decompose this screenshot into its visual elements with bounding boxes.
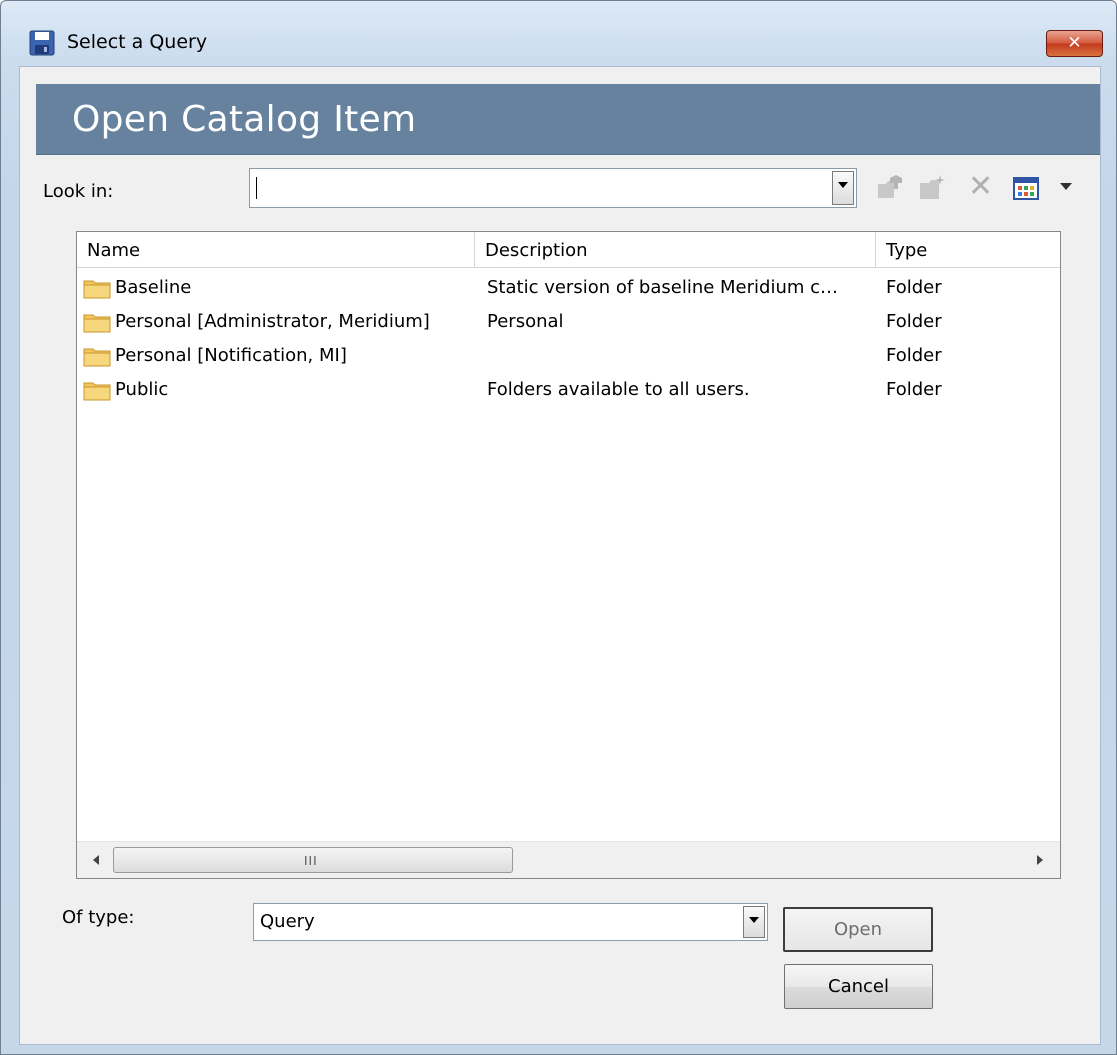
scroll-left-icon[interactable]	[87, 850, 107, 870]
view-menu-icon[interactable]	[1012, 176, 1040, 202]
new-folder-icon[interactable]	[918, 174, 946, 200]
look-in-label: Look in:	[43, 181, 114, 202]
dialog-heading: Open Catalog Item	[72, 99, 417, 140]
column-header-description[interactable]: Description	[475, 232, 876, 267]
text-caret	[256, 177, 257, 199]
of-type-dropdown-button[interactable]	[743, 906, 765, 938]
up-folder-icon[interactable]	[876, 174, 904, 200]
list-row[interactable]: Public Folders available to all users. F…	[77, 373, 1060, 407]
title-bar[interactable]: Select a Query ✕	[1, 1, 1116, 65]
delete-icon[interactable]: ✕	[968, 169, 993, 204]
save-disk-icon	[29, 30, 55, 56]
row-type: Folder	[886, 379, 942, 400]
folder-icon	[83, 314, 111, 333]
row-type: Folder	[886, 277, 942, 298]
list-row[interactable]: Personal [Administrator, Meridium] Perso…	[77, 305, 1060, 339]
list-row[interactable]: Personal [Notification, MI] Folder	[77, 339, 1060, 373]
header-banner: Open Catalog Item	[36, 84, 1100, 155]
of-type-value: Query	[260, 911, 315, 932]
row-name: Personal [Notification, MI]	[115, 345, 347, 366]
folder-icon	[83, 348, 111, 367]
dialog-client-area: Open Catalog Item Look in: ✕ Name Descri…	[19, 66, 1101, 1045]
catalog-list-view[interactable]: Name Description Type Baseline Static ve…	[76, 231, 1061, 879]
of-type-combobox[interactable]: Query	[253, 903, 768, 941]
look-in-combobox[interactable]	[249, 168, 857, 208]
cancel-button[interactable]: Cancel	[784, 964, 933, 1009]
list-header: Name Description Type	[77, 232, 1060, 268]
column-type-label: Type	[886, 240, 928, 261]
column-name-label: Name	[87, 240, 141, 261]
scrollbar-thumb[interactable]: III	[113, 847, 513, 873]
row-name: Baseline	[115, 277, 192, 298]
column-description-label: Description	[485, 240, 588, 261]
scroll-right-icon[interactable]	[1029, 850, 1049, 870]
dropdown-arrow-icon[interactable]	[1060, 183, 1072, 191]
window-title: Select a Query	[67, 31, 208, 53]
close-button[interactable]: ✕	[1046, 30, 1103, 57]
folder-icon	[83, 382, 111, 401]
scrollbar-grip: III	[304, 854, 318, 868]
column-header-type[interactable]: Type	[876, 232, 1060, 267]
row-description: Folders available to all users.	[487, 379, 750, 400]
row-name: Public	[115, 379, 169, 400]
dialog-window: Select a Query ✕ Open Catalog Item Look …	[0, 0, 1117, 1055]
list-row[interactable]: Baseline Static version of baseline Meri…	[77, 271, 1060, 305]
open-button[interactable]: Open	[783, 907, 933, 952]
row-description: Personal	[487, 311, 564, 332]
row-type: Folder	[886, 345, 942, 366]
look-in-dropdown-button[interactable]	[832, 171, 854, 205]
of-type-label: Of type:	[62, 907, 135, 928]
row-name: Personal [Administrator, Meridium]	[115, 311, 430, 332]
row-description: Static version of baseline Meridium c…	[487, 277, 839, 298]
row-type: Folder	[886, 311, 942, 332]
folder-icon	[83, 280, 111, 299]
column-header-name[interactable]: Name	[77, 232, 475, 267]
horizontal-scrollbar[interactable]: III	[77, 841, 1060, 878]
